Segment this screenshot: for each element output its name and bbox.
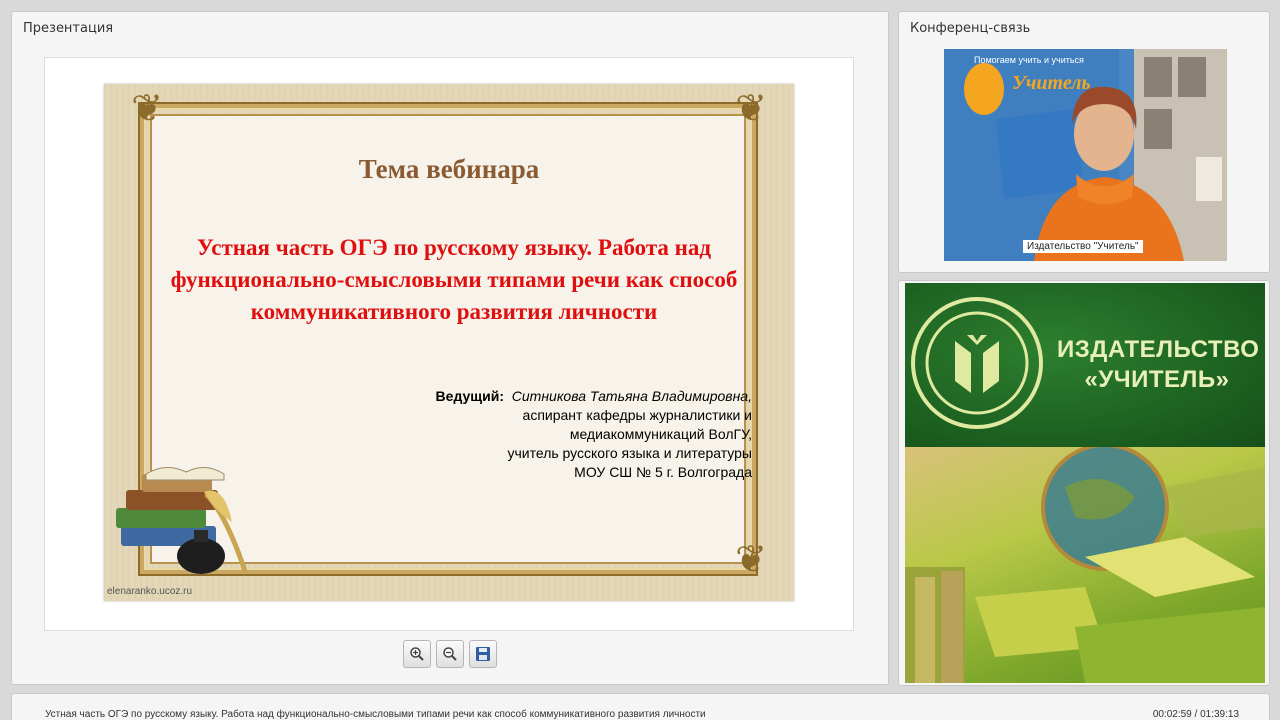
banner-brand: Учитель [1012,72,1091,94]
presenter-line: аспирант кафедры журналистики и [522,407,752,423]
conference-panel-title: Конференц-связь [910,21,1031,36]
presenter-role-label: Ведущий: [435,388,504,404]
publisher-banner: ИЗДАТЕЛЬСТВО «УЧИТЕЛЬ» [905,283,1265,447]
presenter-name: Ситникова Татьяна Владимировна, [511,388,752,404]
presenter-line: медиакоммуникаций ВолГУ, [569,426,752,442]
presenter-line: учитель русского языка и литературы [507,445,753,461]
books-and-globe-image [905,447,1265,683]
slide-heading: Тема вебинара [358,154,540,184]
save-icon [476,647,490,661]
status-webinar-title: Устная часть ОГЭ по русскому языку. Рабо… [45,709,706,720]
slide-presenter-info: Ведущий: Ситникова Татьяна Владимировна,… [436,387,752,482]
publisher-banner-panel: ИЗДАТЕЛЬСТВО «УЧИТЕЛЬ» [898,280,1270,686]
corner-ornament-icon: ❦ [131,88,163,130]
publisher-name: ИЗДАТЕЛЬСТВО «УЧИТЕЛЬ» [1057,335,1260,395]
presenter-line: МОУ СШ № 5 г. Волгограда [574,464,752,480]
publisher-name-line2: «УЧИТЕЛЬ» [1084,366,1230,393]
corner-ornament-icon: ❦ [735,539,767,581]
conference-panel: Конференц-связь Помогаем учить и учиться… [898,11,1270,273]
presentation-panel: Презентация ❦ ❦ ❦ Тема вебинара Устная ч… [11,11,889,685]
zoom-in-icon [410,647,424,661]
slide-watermark: elenaranko.ucoz.ru [107,586,193,597]
zoom-in-button[interactable] [403,640,431,668]
publisher-logo-icon [911,297,1043,429]
books-and-quill-illustration [116,467,249,575]
video-participant-label: Издательство "Учитель" [1023,240,1143,253]
webcam-video[interactable]: Помогаем учить и учиться Учитель Издател… [944,49,1227,261]
save-button[interactable] [469,640,497,668]
slide: ❦ ❦ ❦ Тема вебинара Устная часть ОГЭ по … [104,84,794,601]
publisher-name-line1: ИЗДАТЕЛЬСТВО [1057,336,1260,363]
zoom-out-button[interactable] [436,640,464,668]
banner-tagline: Помогаем учить и учиться [974,55,1084,65]
corner-ornament-icon: ❦ [735,88,767,130]
status-bar: Устная часть ОГЭ по русскому языку. Рабо… [11,693,1270,720]
playback-time: 00:02:59 / 01:39:13 [1152,709,1239,720]
zoom-out-icon [443,647,457,661]
slide-title: Устная часть ОГЭ по русскому языку. Рабо… [170,235,738,324]
webcam-video-frame: Помогаем учить и учиться Учитель [944,49,1227,261]
slide-viewport: ❦ ❦ ❦ Тема вебинара Устная часть ОГЭ по … [44,57,854,631]
presentation-panel-title: Презентация [23,21,114,36]
